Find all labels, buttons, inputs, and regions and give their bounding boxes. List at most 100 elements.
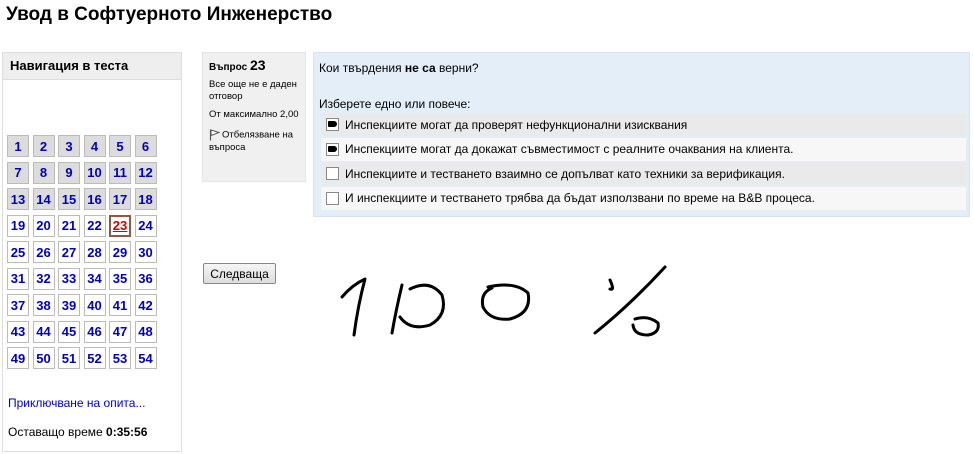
question-nav-button[interactable]: 21 <box>58 214 80 237</box>
handwritten-stroke <box>398 283 445 329</box>
question-text-end: верни? <box>435 61 479 75</box>
question-nav-button[interactable]: 10 <box>83 161 106 184</box>
answer-option[interactable]: Инспекциите могат да докажат съвместимос… <box>321 137 966 161</box>
question-nav-button[interactable]: 16 <box>83 188 106 210</box>
question-content: Кои твърдения не са верни? Изберете едно… <box>313 52 970 217</box>
question-text: Кои твърдения не са верни? <box>319 61 479 75</box>
question-nav-button[interactable]: 42 <box>134 294 157 316</box>
handwritten-stroke <box>480 283 531 321</box>
question-text-emphasis: не са <box>404 61 436 75</box>
question-nav-button[interactable]: 4 <box>83 135 106 157</box>
question-nav-button[interactable]: 28 <box>83 241 106 263</box>
handwritten-stroke <box>631 316 660 337</box>
question-nav-button[interactable]: 5 <box>109 135 131 157</box>
question-nav-button[interactable]: 18 <box>134 188 157 210</box>
question-nav-button[interactable]: 32 <box>32 267 55 290</box>
next-page-button[interactable]: Следваща <box>203 263 276 284</box>
question-nav-button[interactable]: 8 <box>32 161 55 184</box>
question-nav-button[interactable]: 20 <box>32 214 55 237</box>
question-grade: От максимално 2,00 <box>209 109 299 120</box>
navigation-blank-area <box>7 83 161 131</box>
question-nav-button[interactable]: 33 <box>58 267 80 290</box>
answer-option[interactable]: Инспекциите могат да проверят нефункцион… <box>321 113 966 136</box>
question-nav-button[interactable]: 1 <box>7 135 29 157</box>
time-remaining-value: 0:35:56 <box>106 425 148 439</box>
question-nav-button[interactable]: 37 <box>7 294 29 316</box>
question-nav-button[interactable]: 47 <box>109 320 131 343</box>
answer-checkbox[interactable] <box>326 142 339 156</box>
question-nav-button[interactable]: 22 <box>83 214 106 237</box>
question-nav-button[interactable]: 23 <box>109 214 131 237</box>
answer-option[interactable]: И инспекциите и тестването трябва да бъд… <box>321 186 966 210</box>
question-button-grid: 1 2 3 4 5 6 7 8 9 10 11 12 13 14 15 16 17 18 19 20 21 22 23 24 2… <box>7 135 157 369</box>
header-blank-area <box>704 0 974 20</box>
quiz-navigation-header: Навигация в теста <box>3 53 181 80</box>
question-nav-button[interactable]: 27 <box>58 241 80 263</box>
question-nav-button[interactable]: 2 <box>32 135 55 157</box>
handwritten-annotation <box>340 265 667 337</box>
question-nav-button[interactable]: 52 <box>83 347 106 369</box>
flag-question-label: Отбелязване на въпроса <box>209 129 294 153</box>
question-nav-button[interactable]: 46 <box>83 320 106 343</box>
quiz-navigation-block: Навигация в теста 1 2 3 4 5 6 7 8 9 10 11 12 13 14 15 1… <box>2 52 182 452</box>
handwritten-stroke <box>593 265 667 335</box>
question-nav-button[interactable]: 14 <box>32 188 55 210</box>
page-title: Увод в Софтуерното Инженерство <box>6 4 333 25</box>
question-nav-button[interactable]: 24 <box>134 214 157 237</box>
question-nav-button[interactable]: 44 <box>32 320 55 343</box>
question-nav-button[interactable]: 43 <box>7 320 29 343</box>
finish-attempt-link[interactable]: Приключване на опита... <box>8 396 145 410</box>
flag-question-toggle[interactable]: Отбелязване на въпроса <box>209 129 299 154</box>
question-nav-button[interactable]: 41 <box>109 294 131 316</box>
question-nav-button[interactable]: 15 <box>58 188 80 210</box>
answer-text: Инспекциите могат да докажат съвместимос… <box>345 142 794 156</box>
question-nav-button[interactable]: 34 <box>83 267 106 290</box>
question-nav-button[interactable]: 29 <box>109 241 131 263</box>
question-text-start: Кои твърдения <box>319 61 405 75</box>
question-nav-button[interactable]: 49 <box>7 347 29 369</box>
question-nav-button[interactable]: 30 <box>134 241 157 263</box>
question-nav-button[interactable]: 38 <box>32 294 55 316</box>
time-remaining: Оставащо време 0:35:56 <box>8 425 147 439</box>
question-info: Въпрос 23 Все още не е даден отговор От … <box>202 52 306 182</box>
question-nav-button[interactable]: 40 <box>83 294 106 316</box>
question-nav-button[interactable]: 36 <box>134 267 157 290</box>
question-nav-button[interactable]: 26 <box>32 241 55 263</box>
question-nav-button[interactable]: 13 <box>7 188 29 210</box>
question-nav-button[interactable]: 39 <box>58 294 80 316</box>
flag-icon <box>209 129 220 141</box>
question-nav-button[interactable]: 50 <box>32 347 55 369</box>
answer-text: И инспекциите и тестването трябва да бъд… <box>345 191 815 205</box>
question-nav-button[interactable]: 35 <box>109 267 131 290</box>
question-nav-button[interactable]: 17 <box>109 188 131 210</box>
answer-checkbox[interactable] <box>326 167 339 180</box>
handwritten-stroke <box>390 283 404 335</box>
question-nav-button[interactable]: 6 <box>134 135 157 157</box>
question-nav-button[interactable]: 25 <box>7 241 29 263</box>
question-nav-button[interactable]: 11 <box>109 161 131 184</box>
answer-option[interactable]: Инспекциите и тестването взаимно се допъ… <box>321 162 966 185</box>
question-number-value: 23 <box>249 57 266 73</box>
handwritten-stroke <box>608 278 614 291</box>
question-nav-button[interactable]: 12 <box>134 161 157 184</box>
answer-prompt: Изберете едно или повече: <box>319 97 471 111</box>
question-nav-button[interactable]: 19 <box>7 214 29 237</box>
question-nav-button[interactable]: 9 <box>58 161 80 184</box>
answer-text: Инспекциите и тестването взаимно се допъ… <box>345 166 785 181</box>
time-remaining-label: Оставащо време <box>8 425 103 439</box>
question-nav-button[interactable]: 53 <box>109 347 131 369</box>
question-number-label: Въпрос <box>209 62 248 73</box>
question-nav-button[interactable]: 51 <box>58 347 80 369</box>
question-nav-button[interactable]: 45 <box>58 320 80 343</box>
answer-list: Инспекциите могат да проверят нефункцион… <box>321 113 966 211</box>
answer-checkbox[interactable] <box>326 118 339 131</box>
question-nav-button[interactable]: 48 <box>134 320 157 343</box>
question-nav-button[interactable]: 31 <box>7 267 29 290</box>
question-nav-button[interactable]: 54 <box>134 347 157 369</box>
question-nav-button[interactable]: 3 <box>58 135 80 157</box>
answer-checkbox[interactable] <box>326 191 339 205</box>
question-state: Все още не е даден отговор <box>209 79 297 102</box>
handwritten-stroke <box>340 277 367 337</box>
answer-text: Инспекциите могат да проверят нефункцион… <box>345 117 688 132</box>
question-nav-button[interactable]: 7 <box>7 161 29 184</box>
